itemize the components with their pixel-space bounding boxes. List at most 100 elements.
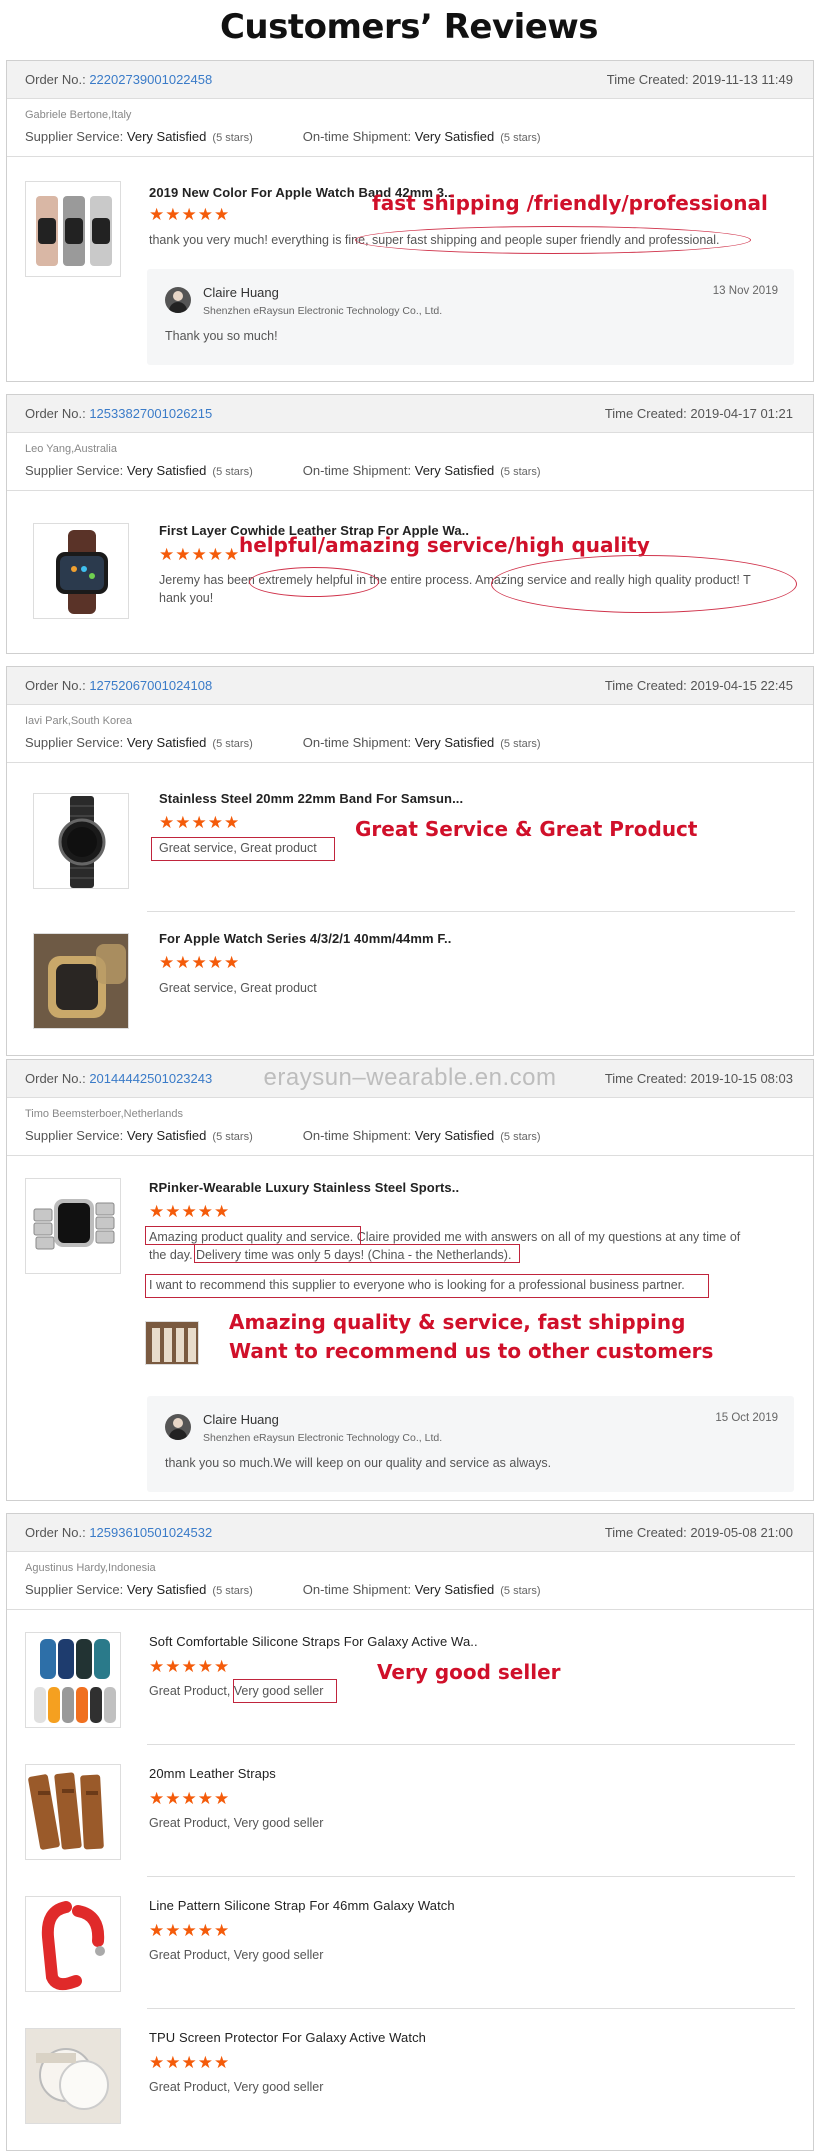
reply-date: 13 Nov 2019 [712, 285, 778, 297]
annotation-oval [355, 226, 751, 254]
product-title[interactable]: Soft Comfortable Silicone Straps For Gal… [149, 1634, 478, 1649]
product-thumbnail[interactable] [25, 1632, 121, 1728]
annotation-box [145, 1226, 361, 1245]
order-no-label: Order No.: [25, 1525, 86, 1540]
ontime-shipment-label: On-time Shipment: [302, 1582, 412, 1597]
buyer-name: Leo Yang,Australia [25, 443, 117, 455]
annotation-oval [249, 567, 379, 597]
product-thumbnail[interactable] [33, 933, 129, 1029]
supplier-service-label: Supplier Service: [25, 129, 124, 144]
review-text: Great Product, Very good seller [149, 1816, 324, 1830]
product-stars: ★★★★★ [149, 2053, 231, 2072]
divider [7, 156, 813, 157]
annotation-oval [491, 555, 797, 613]
order-no-link[interactable]: 12593610501024532 [89, 1525, 212, 1540]
order-card: Order No.: 22202739001022458 Time Create… [6, 60, 814, 382]
supplier-reply: Claire Huang Shenzhen eRaysun Electronic… [147, 1396, 794, 1492]
product-stars: ★★★★★ [149, 1921, 231, 1940]
order-no-label: Order No.: [25, 406, 86, 421]
product-thumbnail[interactable] [25, 181, 121, 277]
product-title[interactable]: For Apple Watch Series 4/3/2/1 40mm/44mm… [159, 931, 451, 946]
product-stars: ★★★★★ [149, 1202, 231, 1221]
divider [7, 762, 813, 763]
item-divider [147, 1744, 795, 1745]
product-thumbnail[interactable] [33, 523, 129, 619]
supplier-reply: Claire Huang Shenzhen eRaysun Electronic… [147, 269, 794, 365]
product-title[interactable]: Line Pattern Silicone Strap For 46mm Gal… [149, 1898, 455, 1913]
product-title[interactable]: RPinker-Wearable Luxury Stainless Steel … [149, 1180, 459, 1195]
product-title[interactable]: TPU Screen Protector For Galaxy Active W… [149, 2030, 426, 2045]
item-divider [147, 911, 795, 912]
annotation-box [194, 1244, 520, 1263]
ontime-shipment-value: Very Satisfied [414, 1582, 495, 1597]
reply-company: Shenzhen eRaysun Electronic Technology C… [203, 305, 443, 317]
order-no-label: Order No.: [25, 678, 86, 693]
ontime-shipment-stars: (5 stars) [500, 738, 541, 750]
ontime-shipment-value: Very Satisfied [414, 129, 495, 144]
ontime-shipment-stars: (5 stars) [500, 1585, 541, 1597]
product-thumbnail[interactable] [145, 1321, 199, 1365]
order-card: Order No.: 20144442501023243 Time Create… [6, 1059, 814, 1501]
order-header: Order No.: 12533827001026215 Time Create… [7, 395, 813, 433]
supplier-service-stars: (5 stars) [212, 132, 253, 144]
supplier-service-stars: (5 stars) [212, 738, 253, 750]
time-created-value: 2019-04-15 22:45 [690, 678, 793, 693]
time-created-label: Time Created: [606, 72, 689, 87]
annotation-box [233, 1679, 337, 1703]
item-divider [147, 1876, 795, 1877]
product-stars: ★★★★★ [149, 1789, 231, 1808]
time-created-value: 2019-04-17 01:21 [690, 406, 793, 421]
order-no-link[interactable]: 22202739001022458 [89, 72, 212, 87]
ontime-shipment-stars: (5 stars) [500, 466, 541, 478]
ontime-shipment-value: Very Satisfied [414, 463, 495, 478]
order-card: Order No.: 12752067001024108 Time Create… [6, 666, 814, 1056]
product-thumbnail[interactable] [25, 1178, 121, 1274]
product-title[interactable]: 20mm Leather Straps [149, 1766, 276, 1781]
ontime-shipment-value: Very Satisfied [414, 1128, 495, 1143]
order-no-link[interactable]: 12533827001026215 [89, 406, 212, 421]
product-thumbnail[interactable] [25, 2028, 121, 2124]
time-created-label: Time Created: [604, 406, 687, 421]
reply-company: Shenzhen eRaysun Electronic Technology C… [203, 1432, 443, 1444]
order-header: Order No.: 12593610501024532 Time Create… [7, 1514, 813, 1552]
ontime-shipment-value: Very Satisfied [414, 735, 495, 750]
annotation: fast shipping /friendly/professional [372, 191, 768, 215]
review-text: Great Product, Very good seller [149, 2080, 324, 2094]
review-text: Great Product, Very good seller [149, 1948, 324, 1962]
watermark: eraysun–wearable.en.com [263, 1064, 557, 1091]
reply-name: Claire Huang [203, 285, 279, 300]
time-created-value: 2019-11-13 11:49 [692, 72, 793, 87]
supplier-service-stars: (5 stars) [212, 1585, 253, 1597]
reply-message: Thank you so much! [165, 329, 278, 343]
supplier-service-value: Very Satisfied [126, 463, 207, 478]
buyer-name: Agustinus Hardy,Indonesia [25, 1562, 156, 1574]
reply-date: 15 Oct 2019 [715, 1412, 778, 1424]
order-no-link[interactable]: 12752067001024108 [89, 678, 212, 693]
order-no-label: Order No.: [25, 72, 86, 87]
product-thumbnail[interactable] [25, 1896, 121, 1992]
divider [7, 490, 813, 491]
order-header: Order No.: 12752067001024108 Time Create… [7, 667, 813, 705]
ratings-row: Supplier Service: Very Satisfied (5 stars… [7, 1574, 813, 1597]
item-divider [147, 2008, 795, 2009]
ratings-row: Supplier Service: Very Satisfied (5 stars… [7, 455, 813, 478]
product-thumbnail[interactable] [25, 1764, 121, 1860]
product-thumbnail[interactable] [33, 793, 129, 889]
order-card: Order No.: 12533827001026215 Time Create… [6, 394, 814, 654]
ontime-shipment-stars: (5 stars) [500, 1131, 541, 1143]
divider [7, 1155, 813, 1156]
ontime-shipment-stars: (5 stars) [500, 132, 541, 144]
product-stars: ★★★★★ [159, 545, 241, 564]
annotation: helpful/amazing service/high quality [239, 533, 650, 557]
supplier-service-value: Very Satisfied [126, 735, 207, 750]
product-title[interactable]: Stainless Steel 20mm 22mm Band For Samsu… [159, 791, 463, 806]
time-created-label: Time Created: [604, 678, 687, 693]
order-header: Order No.: 22202739001022458 Time Create… [7, 61, 813, 99]
ontime-shipment-label: On-time Shipment: [302, 1128, 412, 1143]
annotation: Great Service & Great Product [355, 817, 698, 841]
supplier-service-stars: (5 stars) [212, 466, 253, 478]
supplier-service-value: Very Satisfied [126, 1582, 207, 1597]
time-created-label: Time Created: [604, 1525, 687, 1540]
avatar [165, 1414, 191, 1440]
product-stars: ★★★★★ [159, 813, 241, 832]
